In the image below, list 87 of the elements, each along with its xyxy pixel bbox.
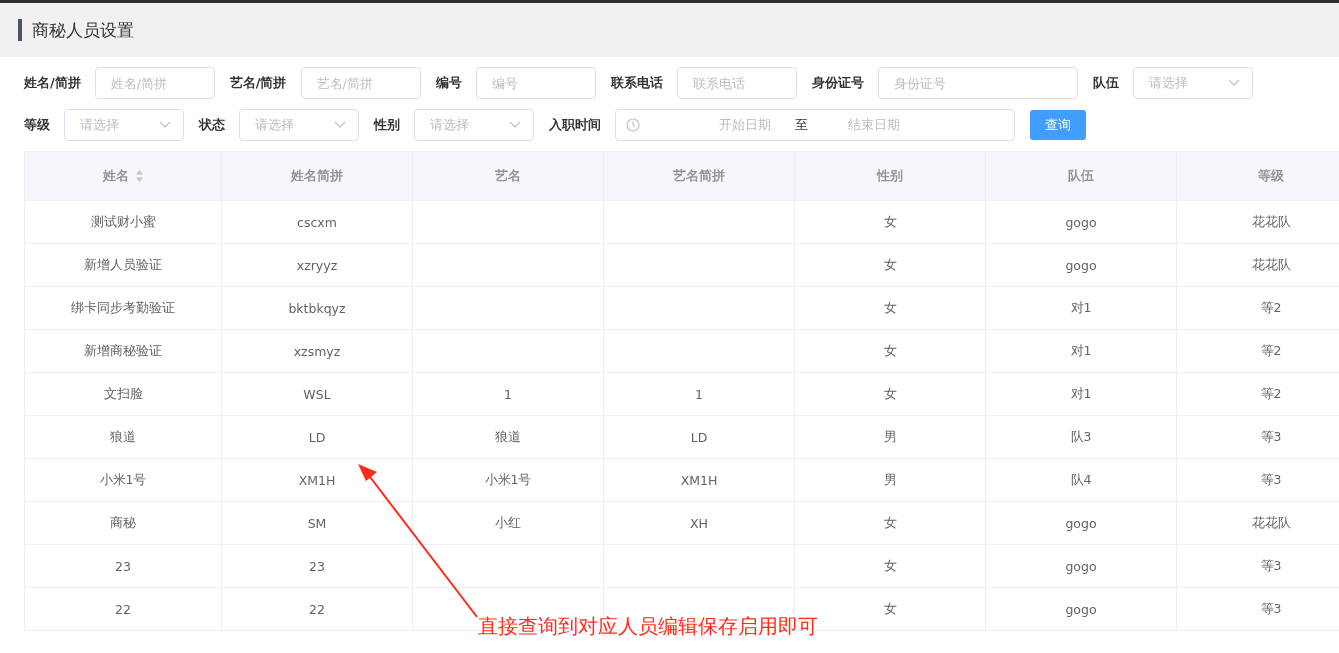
table-cell: WSL — [221, 372, 413, 416]
filter-label: 艺名/简拼 — [229, 74, 287, 92]
column-header: 等级 — [1176, 151, 1339, 201]
select-field[interactable]: 请选择 — [414, 109, 534, 141]
chevron-down-icon — [159, 121, 171, 129]
input-field[interactable]: 联系电话 — [676, 67, 797, 99]
filter-label: 姓名/简拼 — [24, 74, 81, 92]
filter-label: 入职时间 — [549, 116, 601, 134]
table-cell: 女 — [794, 200, 986, 244]
query-button[interactable]: 查询 — [1030, 110, 1086, 140]
table-cell: 对1 — [985, 286, 1177, 330]
column-header: 队伍 — [985, 151, 1177, 201]
table-cell: xzsmyz — [221, 329, 413, 373]
select-field[interactable]: 请选择 — [239, 109, 359, 141]
chevron-down-icon — [509, 121, 521, 129]
chevron-down-icon — [334, 121, 346, 129]
filter-label: 身份证号 — [811, 74, 864, 92]
table-cell: 1 — [412, 372, 604, 416]
table-cell: 狼道 — [24, 415, 222, 459]
table-cell: 男 — [794, 415, 986, 459]
column-header: 性别 — [794, 151, 986, 201]
filter-label: 队伍 — [1092, 74, 1119, 92]
filter-label: 性别 — [374, 116, 400, 134]
table-cell: XH — [603, 501, 795, 545]
table-cell: 女 — [794, 286, 986, 330]
table-cell: 新增商秘验证 — [24, 329, 222, 373]
chevron-down-icon — [1227, 79, 1240, 87]
table-cell: gogo — [985, 200, 1177, 244]
table-cell: gogo — [985, 544, 1177, 588]
table-cell: 商秘 — [24, 501, 222, 545]
filter-label: 等级 — [24, 116, 50, 134]
select-field[interactable]: 请选择 — [64, 109, 184, 141]
end-date-placeholder: 结束日期 — [847, 116, 900, 134]
table-cell: 22 — [24, 587, 222, 631]
range-separator: 至 — [794, 116, 808, 134]
table-cell: 22 — [221, 587, 413, 631]
table-cell: 男 — [794, 458, 986, 502]
table-cell: 小米1号 — [24, 458, 222, 502]
table-cell: LD — [221, 415, 413, 459]
table-cell: SM — [221, 501, 413, 545]
table-cell: 测试财小蜜 — [24, 200, 222, 244]
filter-label: 状态 — [199, 116, 225, 134]
filter-label: 编号 — [435, 74, 462, 92]
header-accent-bar — [18, 19, 22, 41]
input-field[interactable]: 艺名/简拼 — [300, 67, 421, 99]
table-cell: 对1 — [985, 372, 1177, 416]
table-cell: 对1 — [985, 329, 1177, 373]
column-header-label: 姓名 — [102, 167, 129, 185]
select-field[interactable]: 请选择 — [1132, 67, 1253, 99]
column-header: 艺名 — [412, 151, 604, 201]
table-cell: 狼道 — [412, 415, 604, 459]
table-cell: cscxm — [221, 200, 413, 244]
table-cell: LD — [603, 415, 795, 459]
table-cell: XM1H — [603, 458, 795, 502]
table-cell: 女 — [794, 243, 986, 287]
start-date-placeholder: 开始日期 — [718, 116, 771, 134]
table-cell: 绑卡同步考勤验证 — [24, 286, 222, 330]
date-range-field[interactable]: 开始日期 至 结束日期 — [615, 109, 1015, 141]
table-cell: 女 — [794, 372, 986, 416]
input-field[interactable]: 身份证号 — [877, 67, 1078, 99]
column-header[interactable]: 姓名 — [24, 151, 222, 201]
table-cell: 23 — [24, 544, 222, 588]
input-field[interactable]: 编号 — [475, 67, 596, 99]
table-cell: 小米1号 — [412, 458, 604, 502]
table-cell: 1 — [603, 372, 795, 416]
page-title: 商秘人员设置 — [32, 18, 134, 42]
filter-label: 联系电话 — [610, 74, 663, 92]
table-cell: 女 — [794, 544, 986, 588]
table-cell: 队3 — [985, 415, 1177, 459]
table-cell: 队4 — [985, 458, 1177, 502]
table-cell: gogo — [985, 501, 1177, 545]
input-field[interactable]: 姓名/简拼 — [94, 67, 215, 99]
table-cell: bktbkqyz — [221, 286, 413, 330]
annotation-text: 直接查询到对应人员编辑保存启用即可 — [478, 613, 818, 640]
table-cell: xzryyz — [221, 243, 413, 287]
table-cell: 新增人员验证 — [24, 243, 222, 287]
table-cell: 女 — [794, 501, 986, 545]
table-cell: 23 — [221, 544, 413, 588]
table-cell: gogo — [985, 243, 1177, 287]
clock-icon — [626, 118, 640, 132]
column-header: 姓名简拼 — [221, 151, 413, 201]
sort-icon[interactable] — [134, 169, 144, 183]
table-cell: 女 — [794, 329, 986, 373]
table-cell: 文扫脸 — [24, 372, 222, 416]
table-cell: gogo — [985, 587, 1177, 631]
column-header: 艺名简拼 — [603, 151, 795, 201]
table-cell: 小红 — [412, 501, 604, 545]
